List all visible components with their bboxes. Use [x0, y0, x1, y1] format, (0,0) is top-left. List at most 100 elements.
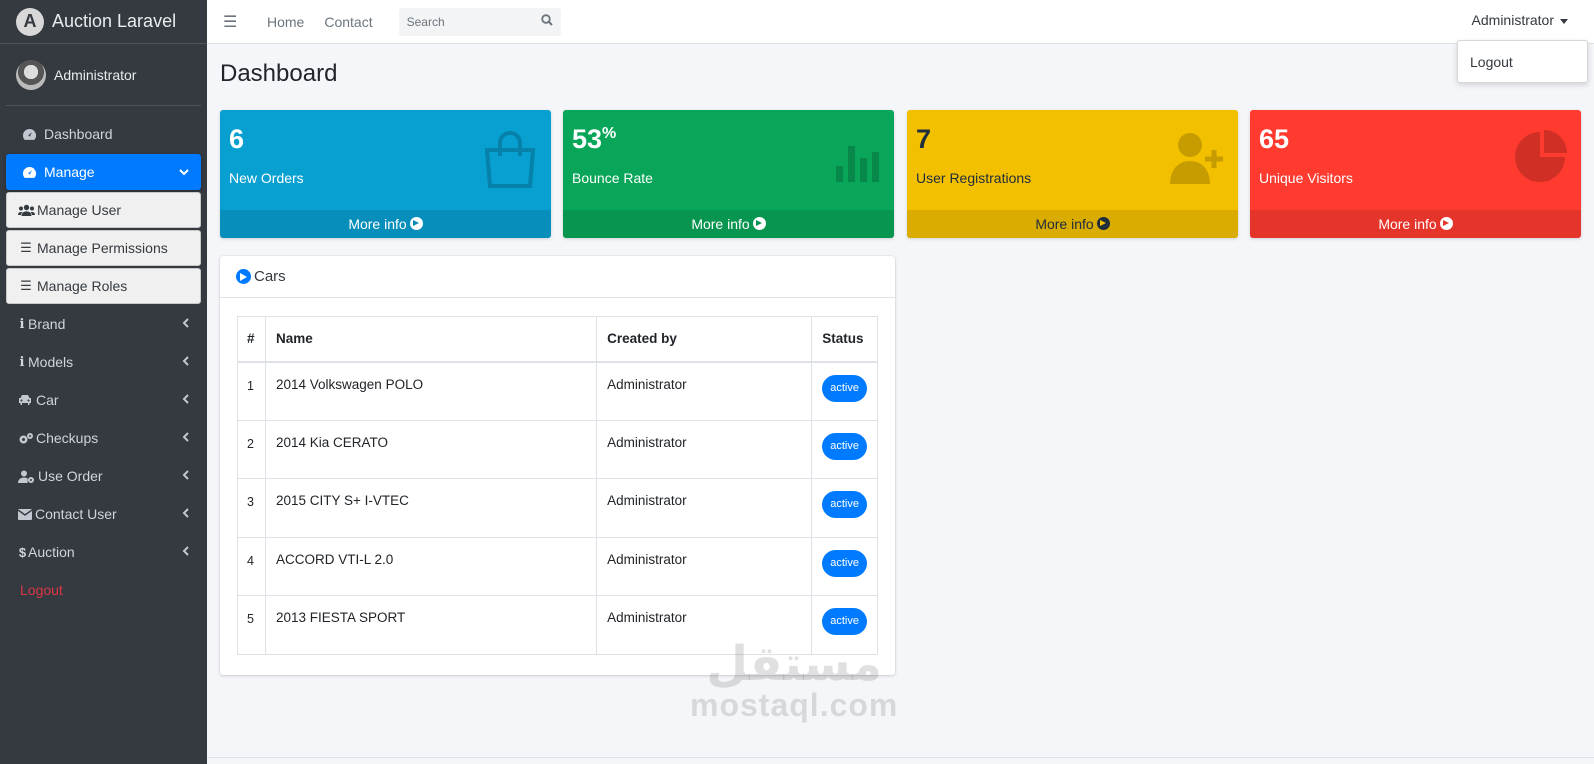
sidebar-item-use-order[interactable]: Use Order [6, 458, 201, 494]
sidebar-item-label: Manage Permissions [37, 240, 168, 256]
sidebar-item-label: Models [28, 354, 74, 370]
cell-status: active [811, 361, 878, 421]
tachometer-icon [20, 166, 38, 179]
more-info-link[interactable]: More info [1250, 210, 1581, 238]
sidebar-item-manage-permissions[interactable]: ☰ Manage Permissions [6, 230, 201, 266]
admin-label: Administrator [1471, 12, 1554, 28]
sidebar-item-models[interactable]: i Models [6, 344, 201, 380]
brand-logo-icon: A [16, 7, 44, 36]
table-row: 1 2014 Volkswagen POLO Administrator act… [237, 361, 878, 421]
chevron-left-icon [182, 431, 189, 445]
top-navbar: ☰ Home Contact Search Administrator [207, 0, 1594, 44]
table-row: 3 2015 CITY S+ I-VTEC Administrator acti… [237, 478, 878, 538]
user-plus-icon [1170, 132, 1224, 189]
nav-link-home[interactable]: Home [267, 14, 304, 30]
sidebar-item-checkups[interactable]: Checkups [6, 420, 201, 456]
card-title: Cars [254, 268, 286, 285]
cell-status: active [811, 536, 878, 596]
column-header: Name [264, 316, 598, 363]
sidebar-item-label: Checkups [36, 430, 99, 446]
nav-link-contact[interactable]: Contact [324, 14, 372, 30]
brand-name: Auction Laravel [52, 11, 177, 31]
status-badge[interactable]: active [822, 374, 867, 402]
sidebar-item-label: Manage Roles [37, 278, 128, 294]
stat-label: Unique Visitors [1259, 170, 1353, 186]
admin-dropdown-toggle[interactable]: Administrator [1472, 12, 1568, 28]
cell-created-by: Administrator [596, 536, 813, 596]
sidebar-item-car[interactable]: Car [6, 382, 201, 418]
status-badge[interactable]: active [822, 491, 867, 518]
sidebar-item-contact-user[interactable]: Contact User [6, 496, 201, 532]
status-badge[interactable]: active [822, 549, 867, 577]
more-info-link[interactable]: More info [220, 210, 551, 238]
arrow-circle-right-icon [409, 217, 423, 230]
sidebar-item-label: Brand [28, 316, 66, 332]
user-cog-icon [18, 470, 35, 483]
sidebar-item-label: Car [36, 392, 59, 408]
page-title: Dashboard [220, 60, 338, 87]
shopping-bag-icon [483, 130, 537, 193]
status-badge[interactable]: active [822, 608, 867, 635]
sidebar-item-label: Manage User [37, 202, 122, 218]
tachometer-icon [20, 128, 38, 141]
search-input[interactable]: Search [407, 15, 445, 29]
info-icon: i [19, 354, 25, 370]
admin-dropdown-menu: Logout [1457, 40, 1588, 83]
sidebar-item-manage-user[interactable]: Manage User [6, 192, 201, 228]
sidebar-item-label: Dashboard [44, 126, 113, 142]
dollar-icon: $ [18, 544, 27, 560]
sidebar-item-label: Logout [20, 582, 63, 598]
brand-link[interactable]: A Auction Laravel [0, 0, 207, 44]
cell-created-by: Administrator [596, 478, 813, 538]
arrow-circle-right-icon [1096, 217, 1110, 230]
sidebar-item-logout[interactable]: Logout [6, 572, 201, 608]
more-info-link[interactable]: More info [907, 210, 1238, 238]
arrow-circle-right-icon [236, 269, 251, 284]
cell-num: 1 [237, 361, 266, 421]
chevron-left-icon [182, 507, 189, 521]
stat-box-user-registrations: 7 User Registrations More info [907, 110, 1238, 238]
dropdown-item-logout[interactable]: Logout [1470, 54, 1513, 70]
sidebar-nav: Dashboard Manage Manage User ☰ Manage Pe… [0, 106, 207, 608]
sidebar-item-label: Manage [44, 164, 95, 180]
stat-box-new-orders: 6 New Orders More info [220, 110, 551, 238]
watermark-arabic: مستقل [706, 636, 882, 692]
cell-name: 2013 FIESTA SPORT [264, 595, 598, 655]
search-icon[interactable] [540, 14, 553, 29]
bars-icon: ☰ [20, 240, 32, 255]
chevron-left-icon [182, 545, 189, 559]
stat-box-bounce-rate: 53% Bounce Rate More info [563, 110, 894, 238]
users-icon [17, 204, 35, 216]
table-row: 2 2014 Kia CERATO Administrator active [237, 419, 878, 479]
search-form: Search [398, 7, 561, 36]
bars-icon: ☰ [20, 278, 32, 293]
user-panel[interactable]: Administrator [6, 44, 201, 106]
arrow-circle-right-icon [1439, 217, 1453, 230]
stat-value: 6 [229, 124, 245, 154]
car-icon [18, 394, 32, 406]
chevron-left-icon [182, 393, 189, 407]
watermark: مستقل mostaql.com [690, 640, 898, 722]
stat-value: 53% [572, 124, 617, 154]
envelope-icon [18, 508, 32, 520]
chevron-down-icon [179, 165, 189, 179]
sidebar-item-manage[interactable]: Manage [6, 154, 201, 190]
avatar [16, 59, 46, 90]
sidebar-item-brand[interactable]: i Brand [6, 306, 201, 342]
cars-table: # Name Created by Status 1 2014 Volkswag… [237, 316, 878, 655]
more-info-link[interactable]: More info [563, 210, 894, 238]
sidebar-item-manage-roles[interactable]: ☰ Manage Roles [6, 268, 201, 304]
stat-label: New Orders [229, 170, 304, 186]
stat-value: 65 [1259, 124, 1290, 154]
sidebar-item-label: Auction [28, 544, 75, 560]
sidebar-item-dashboard[interactable]: Dashboard [6, 116, 201, 152]
status-badge[interactable]: active [822, 432, 867, 460]
cell-name: 2014 Kia CERATO [264, 419, 598, 479]
column-header: # [237, 316, 266, 363]
cell-name: 2014 Volkswagen POLO [264, 361, 598, 421]
menu-toggle-icon[interactable]: ☰ [223, 12, 243, 32]
sidebar-item-auction[interactable]: $ Auction [6, 534, 201, 570]
chevron-left-icon [182, 355, 189, 369]
cell-num: 2 [237, 419, 266, 479]
watermark-latin: mostaql.com [690, 687, 899, 723]
